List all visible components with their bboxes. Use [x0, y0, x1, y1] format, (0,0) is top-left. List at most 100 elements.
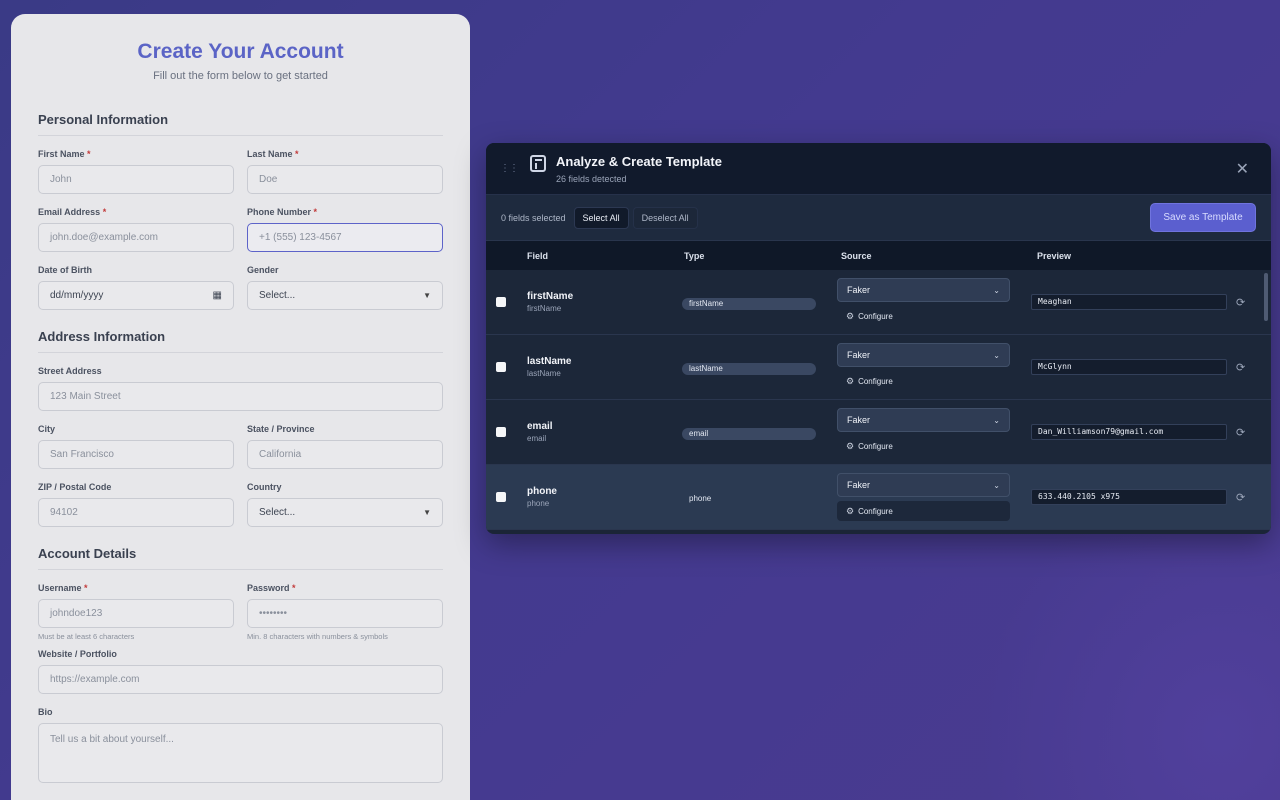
- phone-input[interactable]: +1 (555) 123-4567: [247, 223, 443, 252]
- column-field: Field: [527, 250, 549, 261]
- country-select[interactable]: Select... ▼: [247, 498, 443, 527]
- phone-group: Phone Number * +1 (555) 123-4567: [247, 207, 443, 252]
- website-label: Website / Portfolio: [38, 649, 117, 659]
- table-row: firstName firstName firstName Faker ⌄ ⚙ Co…: [486, 270, 1271, 335]
- gender-label: Gender: [247, 265, 279, 275]
- select-all-button[interactable]: Select All: [573, 206, 629, 229]
- first-name-label: First Name: [38, 149, 85, 159]
- password-input[interactable]: ••••••••: [247, 599, 443, 628]
- calendar-icon[interactable]: ▦: [213, 290, 222, 301]
- field-name: phone: [527, 486, 557, 497]
- template-panel: ⋮⋮ Analyze & Create Template 26 fields d…: [486, 143, 1271, 534]
- gear-icon: ⚙: [846, 440, 855, 451]
- state-input[interactable]: California: [247, 440, 443, 469]
- required-mark: *: [313, 207, 318, 217]
- chevron-down-icon: ⌄: [993, 415, 1000, 425]
- zip-group: ZIP / Postal Code 94102: [38, 482, 234, 527]
- table-header: Field Type Source Preview: [486, 241, 1271, 270]
- configure-button[interactable]: ⚙ Configure: [837, 501, 1010, 521]
- table-row: lastName lastName lastName Faker ⌄ ⚙ Confi…: [486, 335, 1271, 400]
- configure-button[interactable]: ⚙ Configure: [837, 436, 1010, 456]
- fields-detected-count: 26 fields detected: [556, 173, 627, 184]
- row-checkbox[interactable]: [496, 427, 506, 437]
- refresh-icon[interactable]: ⟳: [1236, 296, 1245, 309]
- source-select[interactable]: Faker ⌄: [837, 278, 1010, 302]
- last-name-label: Last Name: [247, 149, 293, 159]
- street-group: Street Address 123 Main Street: [38, 366, 443, 411]
- refresh-icon[interactable]: ⟳: [1236, 491, 1245, 504]
- type-badge: lastName: [682, 363, 816, 375]
- field-name: lastName: [527, 356, 572, 367]
- configure-button[interactable]: ⚙ Configure: [837, 371, 1010, 391]
- source-select[interactable]: Faker ⌄: [837, 343, 1010, 367]
- row-checkbox[interactable]: [496, 362, 506, 372]
- field-subname: email: [527, 434, 547, 443]
- first-name-input[interactable]: John: [38, 165, 234, 194]
- zip-label: ZIP / Postal Code: [38, 482, 112, 492]
- password-label: Password: [247, 583, 290, 593]
- city-input[interactable]: San Francisco: [38, 440, 234, 469]
- template-logo-icon: [530, 155, 546, 172]
- street-label: Street Address: [38, 366, 102, 376]
- required-mark: *: [292, 583, 296, 593]
- section-address-title: Address Information: [38, 329, 443, 353]
- source-select[interactable]: Faker ⌄: [837, 408, 1010, 432]
- field-name: email: [527, 421, 553, 432]
- street-input[interactable]: 123 Main Street: [38, 382, 443, 411]
- gender-group: Gender Select... ▼: [247, 265, 443, 310]
- type-badge: email: [682, 428, 816, 440]
- drag-handle-icon[interactable]: ⋮⋮: [500, 163, 519, 174]
- close-icon[interactable]: ✕: [1236, 159, 1249, 179]
- form-title: Create Your Account: [137, 40, 344, 63]
- username-label: Username: [38, 583, 82, 593]
- chevron-down-icon: ⌄: [993, 480, 1000, 490]
- type-badge: phone: [689, 494, 712, 503]
- chevron-down-icon: ▼: [423, 291, 431, 300]
- preview-value: McGlynn: [1031, 359, 1227, 375]
- username-input[interactable]: johndoe123: [38, 599, 234, 628]
- required-mark: *: [87, 149, 91, 159]
- section-account-title: Account Details: [38, 546, 443, 570]
- last-name-group: Last Name * Doe: [247, 149, 443, 194]
- registration-form: Create Your Account Fill out the form be…: [11, 14, 470, 800]
- form-subtitle: Fill out the form below to get started: [153, 70, 328, 82]
- configure-button[interactable]: ⚙ Configure: [837, 306, 1010, 326]
- field-subname: firstName: [527, 304, 562, 313]
- field-name: firstName: [527, 291, 574, 302]
- state-group: State / Province California: [247, 424, 443, 469]
- refresh-icon[interactable]: ⟳: [1236, 426, 1245, 439]
- chevron-down-icon: ⌄: [993, 285, 1000, 295]
- zip-input[interactable]: 94102: [38, 498, 234, 527]
- username-group: Username * johndoe123 Must be at least 6…: [38, 583, 234, 641]
- deselect-all-button[interactable]: Deselect All: [632, 206, 698, 229]
- table-row: email email email Faker ⌄ ⚙ Configure Dan_…: [486, 400, 1271, 465]
- gender-select[interactable]: Select... ▼: [247, 281, 443, 310]
- gear-icon: ⚙: [846, 375, 855, 386]
- last-name-input[interactable]: Doe: [247, 165, 443, 194]
- row-checkbox[interactable]: [496, 492, 506, 502]
- chevron-down-icon: ▼: [423, 508, 431, 517]
- country-group: Country Select... ▼: [247, 482, 443, 527]
- required-mark: *: [102, 207, 107, 217]
- field-subname: phone: [527, 499, 550, 508]
- save-as-template-button[interactable]: Save as Template: [1150, 203, 1256, 232]
- table-scrollbar[interactable]: [1264, 273, 1268, 321]
- panel-header: ⋮⋮ Analyze & Create Template 26 fields d…: [486, 143, 1271, 195]
- dob-input[interactable]: dd/mm/yyyy ▦: [38, 281, 234, 310]
- email-label: Email Address: [38, 207, 101, 217]
- bio-textarea[interactable]: Tell us a bit about yourself...: [38, 723, 443, 783]
- bio-group: Bio Tell us a bit about yourself...: [38, 707, 443, 783]
- refresh-icon[interactable]: ⟳: [1236, 361, 1245, 374]
- chevron-down-icon: ⌄: [993, 350, 1000, 360]
- city-label: City: [38, 424, 56, 434]
- country-label: Country: [247, 482, 282, 492]
- source-select[interactable]: Faker ⌄: [837, 473, 1010, 497]
- preview-value: Meaghan: [1031, 294, 1227, 310]
- email-input[interactable]: john.doe@example.com: [38, 223, 234, 252]
- gear-icon: ⚙: [846, 310, 855, 321]
- type-badge: firstName: [682, 298, 816, 310]
- bio-label: Bio: [38, 707, 53, 717]
- website-input[interactable]: https://example.com: [38, 665, 443, 694]
- first-name-group: First Name * John: [38, 149, 234, 194]
- row-checkbox[interactable]: [496, 297, 506, 307]
